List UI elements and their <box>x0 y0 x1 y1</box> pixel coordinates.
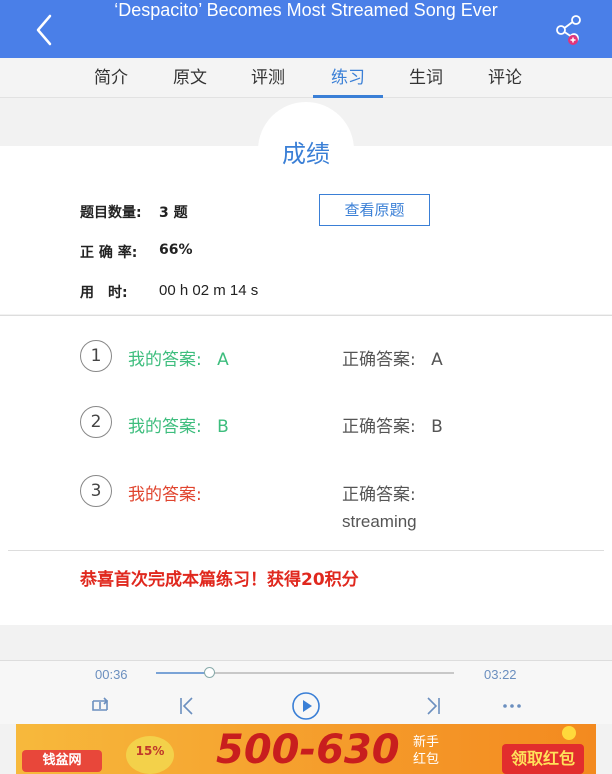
correct-answer-label: 正确答案: <box>342 417 416 437</box>
my-answer-label: 我的答案: <box>128 350 202 370</box>
correct-answer-label: 正确答案: <box>342 485 416 505</box>
answers-panel: 1 我的答案: A 正确答案: A 2 我的答案: B 正确答案: B 3 我的… <box>0 315 612 625</box>
question-number: 3 <box>80 475 112 507</box>
completion-message: 恭喜首次完成本篇练习！获得20积分 <box>80 570 359 590</box>
top-bar: ‘Despacito’ Becomes Most Streamed Song E… <box>0 0 612 58</box>
my-answer: 我的答案: A <box>128 345 229 370</box>
my-answer-label: 我的答案: <box>128 485 202 505</box>
ad-rate-badge: 15% <box>126 736 174 774</box>
correct-answer: 正确答案: B <box>342 412 443 437</box>
question-count-label: 题目数量: <box>80 205 142 221</box>
accuracy-label: 正 确 率: <box>80 245 138 261</box>
audio-player: 00:36 03:22 <box>0 660 612 724</box>
time-label: 用 时: <box>80 285 128 301</box>
next-icon[interactable] <box>418 691 448 721</box>
my-answer: 我的答案: B <box>128 412 229 437</box>
tab-bar: 简介 原文 评测 练习 生词 评论 <box>0 58 612 98</box>
tab-practice[interactable]: 练习 <box>313 58 383 98</box>
progress-thumb[interactable] <box>203 667 215 678</box>
correct-answer-value: A <box>431 350 443 370</box>
more-icon[interactable] <box>497 691 527 721</box>
tab-vocabulary[interactable]: 生词 <box>396 58 456 98</box>
ad-amount: 500-630 <box>216 727 400 773</box>
divider <box>8 550 604 551</box>
question-count-value: 3 题 <box>159 205 188 221</box>
correct-answer-value: B <box>431 417 443 437</box>
ad-newbie-line1: 新手 <box>413 735 440 750</box>
accuracy-value: 66% <box>159 242 193 258</box>
question-number: 2 <box>80 406 112 438</box>
tab-comments[interactable]: 评论 <box>475 58 535 98</box>
ad-newbie-label: 新手 红包 <box>413 734 439 768</box>
correct-answer-value: streaming <box>342 512 417 531</box>
correct-answer-label: 正确答案: <box>342 350 416 370</box>
page-title: ‘Despacito’ Becomes Most Streamed Song E… <box>114 0 498 20</box>
previous-icon[interactable] <box>172 691 202 721</box>
total-time: 03:22 <box>484 667 517 682</box>
ad-banner[interactable]: 钱盆网 15% 500-630 新手 红包 领取红包 <box>16 724 596 774</box>
tab-intro[interactable]: 简介 <box>81 58 141 98</box>
my-answer-label: 我的答案: <box>128 417 202 437</box>
ad-logo: 钱盆网 <box>22 750 102 772</box>
question-number: 1 <box>80 340 112 372</box>
view-questions-button[interactable]: 查看原题 <box>319 194 430 226</box>
current-time: 00:36 <box>95 667 128 682</box>
back-arrow-icon[interactable] <box>30 10 60 50</box>
progress-fill <box>156 672 210 674</box>
correct-answer: 正确答案: <box>342 480 416 505</box>
repeat-icon[interactable] <box>86 691 116 721</box>
time-value: 00 h 02 m 14 s <box>159 282 259 299</box>
claim-red-packet-button[interactable]: 领取红包 <box>502 744 584 774</box>
share-icon[interactable] <box>552 12 586 46</box>
tab-evaluation[interactable]: 评测 <box>238 58 298 98</box>
my-answer-value: A <box>217 350 229 370</box>
ad-newbie-line2: 红包 <box>413 752 440 767</box>
score-title: 成绩 <box>282 140 330 168</box>
play-icon[interactable] <box>291 691 321 721</box>
correct-answer: 正确答案: A <box>342 345 443 370</box>
coin-icon <box>562 726 576 740</box>
my-answer-value: B <box>217 417 229 437</box>
tab-original-text[interactable]: 原文 <box>160 58 220 98</box>
progress-track[interactable] <box>156 672 454 674</box>
my-answer: 我的答案: <box>128 480 212 505</box>
